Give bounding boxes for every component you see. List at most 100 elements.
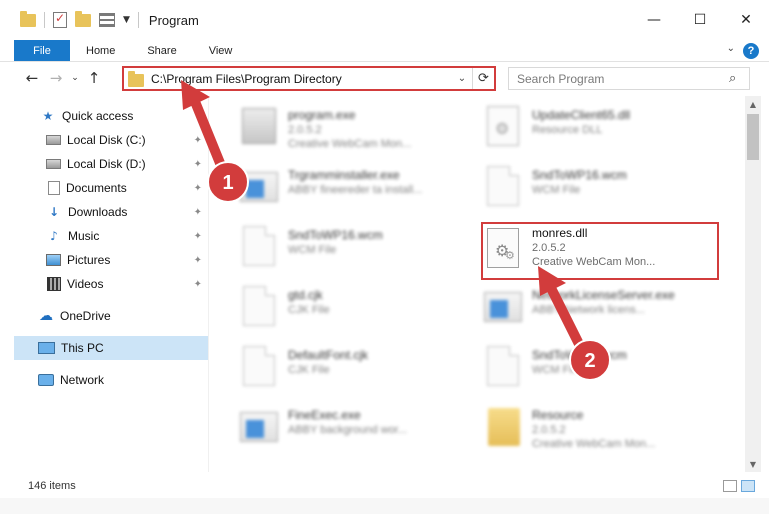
- sidebar-item-quick-access[interactable]: ★ Quick access: [14, 104, 208, 128]
- scroll-down-icon[interactable]: ▼: [745, 456, 761, 472]
- forward-button[interactable]: →: [44, 69, 68, 87]
- address-dropdown-icon[interactable]: ⌄: [452, 73, 472, 84]
- item-count: 146 items: [28, 480, 76, 492]
- divider: [137, 12, 139, 28]
- search-box[interactable]: ⌕: [508, 67, 750, 90]
- sidebar-item-documents[interactable]: Documents ✦: [14, 176, 208, 200]
- sidebar-item-label: Pictures: [67, 253, 111, 267]
- sidebar-item-videos[interactable]: Videos ✦: [14, 272, 208, 296]
- scroll-thumb[interactable]: [747, 114, 759, 160]
- pin-icon[interactable]: ✦: [194, 135, 202, 146]
- back-button[interactable]: ←: [20, 69, 44, 87]
- pin-icon[interactable]: ✦: [194, 255, 202, 266]
- star-icon: ★: [42, 109, 54, 123]
- music-icon: ♪: [50, 229, 58, 243]
- network-icon: [38, 374, 54, 386]
- navigation-pane: ★ Quick access Local Disk (C:) ✦ Local D…: [14, 100, 210, 470]
- sidebar-item-label: Quick access: [62, 109, 134, 123]
- window-bottom-edge: [0, 498, 769, 514]
- scroll-up-icon[interactable]: ▲: [745, 96, 761, 112]
- file-detail: ABBY Network licens...: [532, 304, 645, 316]
- expand-ribbon-icon[interactable]: ⌄: [727, 43, 735, 54]
- pin-icon[interactable]: ✦: [194, 231, 202, 242]
- ribbon-tabs: File Home Share View ⌄ ?: [0, 40, 769, 62]
- file-name: FineExec.exe: [288, 408, 361, 422]
- app-icon: [482, 286, 524, 332]
- file-name: SndToWP16.wcm: [288, 228, 383, 242]
- sidebar-item-label: Music: [68, 229, 100, 243]
- pane-divider[interactable]: [208, 96, 209, 472]
- file-detail: CJK File: [288, 364, 330, 376]
- search-input[interactable]: [515, 70, 729, 87]
- file-item[interactable]: DefaultFont.cjk CJK File: [238, 342, 478, 398]
- sidebar-item-local-disk-d[interactable]: Local Disk (D:) ✦: [14, 152, 208, 176]
- file-name: UpdateClient65.dll: [532, 108, 631, 122]
- vertical-scrollbar[interactable]: ▲ ▼: [745, 96, 761, 472]
- file-item[interactable]: SndToWP16.wcm WCM File: [482, 162, 722, 218]
- details-view-icon[interactable]: [723, 480, 737, 492]
- file-name: Trgramminstaller.exe: [288, 168, 400, 182]
- file-item[interactable]: Trgramminstaller.exe ABBY fineereder ta …: [238, 162, 478, 218]
- file-item[interactable]: Resource 2.0.5.2 Creative WebCam Mon...: [482, 402, 722, 458]
- folder-icon: [482, 406, 524, 452]
- target-file-highlight: [481, 222, 719, 280]
- sidebar-item-network[interactable]: Network: [14, 368, 208, 392]
- search-icon[interactable]: ⌕: [729, 71, 749, 86]
- properties-icon[interactable]: [53, 11, 67, 28]
- sidebar-item-music[interactable]: ♪ Music ✦: [14, 224, 208, 248]
- pin-icon[interactable]: ✦: [194, 279, 202, 290]
- downloads-icon: ↓: [48, 205, 60, 219]
- file-item[interactable]: gtd.cjk CJK File: [238, 282, 478, 338]
- file-detail: Creative WebCam Mon...: [288, 138, 412, 150]
- file-list: program.exe 2.0.5.2 Creative WebCam Mon.…: [218, 98, 744, 470]
- customize-toolbar-icon[interactable]: ▼: [123, 15, 130, 25]
- minimize-button[interactable]: —: [631, 0, 677, 40]
- refresh-icon[interactable]: ⟳: [472, 68, 494, 89]
- large-icons-view-icon[interactable]: [741, 480, 755, 492]
- pin-icon[interactable]: ✦: [194, 207, 202, 218]
- sidebar-item-downloads[interactable]: ↓ Downloads ✦: [14, 200, 208, 224]
- quick-access-toolbar: ▼: [20, 10, 139, 28]
- file-item[interactable]: ⚙ UpdateClient65.dll Resource DLL: [482, 102, 722, 158]
- maximize-button[interactable]: ☐: [677, 0, 723, 40]
- sidebar-item-label: OneDrive: [60, 309, 111, 323]
- tab-view[interactable]: View: [193, 40, 249, 61]
- address-bar[interactable]: C:\Program Files\Program Directory ⌄ ⟳: [122, 66, 496, 91]
- videos-icon: [47, 277, 61, 291]
- file-detail: WCM File: [532, 184, 581, 196]
- file-item[interactable]: NetworkLicenseServer.exe ABBY Network li…: [482, 282, 722, 338]
- file-name: Resource: [532, 408, 584, 422]
- sidebar-item-local-disk-c[interactable]: Local Disk (C:) ✦: [14, 128, 208, 152]
- tab-home[interactable]: Home: [70, 40, 131, 61]
- pin-icon[interactable]: ✦: [194, 183, 202, 194]
- pc-icon: [38, 342, 55, 354]
- sidebar-item-pictures[interactable]: Pictures ✦: [14, 248, 208, 272]
- sidebar-item-onedrive[interactable]: ☁ OneDrive: [14, 304, 208, 328]
- address-path[interactable]: C:\Program Files\Program Directory: [151, 72, 452, 86]
- file-item[interactable]: FineExec.exe ABBY background wor...: [238, 402, 478, 458]
- sidebar-item-label: Local Disk (C:): [67, 133, 146, 147]
- sidebar-item-this-pc[interactable]: This PC: [14, 336, 208, 360]
- file-name: NetworkLicenseServer.exe: [532, 288, 675, 302]
- up-button[interactable]: ↑: [82, 69, 106, 87]
- view-icon[interactable]: [99, 13, 115, 27]
- pin-icon[interactable]: ✦: [194, 159, 202, 170]
- file-item[interactable]: SndToWP16.wcm WCM File: [482, 342, 722, 398]
- file-detail: 2.0.5.2: [532, 424, 566, 436]
- file-detail: Resource DLL: [532, 124, 603, 136]
- help-icon[interactable]: ?: [743, 43, 759, 59]
- status-bar: 146 items: [0, 476, 769, 496]
- dll-icon: ⚙: [482, 106, 524, 152]
- file-item[interactable]: program.exe 2.0.5.2 Creative WebCam Mon.…: [238, 102, 478, 158]
- file-detail: ABBY fineereder ta install...: [288, 184, 423, 196]
- file-icon: [482, 346, 524, 392]
- file-item[interactable]: SndToWP16.wcm WCM File: [238, 222, 478, 278]
- recent-locations-icon[interactable]: ⌄: [68, 73, 82, 83]
- tab-share[interactable]: Share: [131, 40, 192, 61]
- exe-icon: [238, 106, 280, 152]
- folder-icon: [20, 10, 36, 27]
- close-button[interactable]: ✕: [723, 0, 769, 40]
- new-folder-icon[interactable]: [75, 10, 91, 27]
- tab-file[interactable]: File: [14, 40, 70, 61]
- title-bar: ▼ Program — ☐ ✕: [0, 0, 769, 40]
